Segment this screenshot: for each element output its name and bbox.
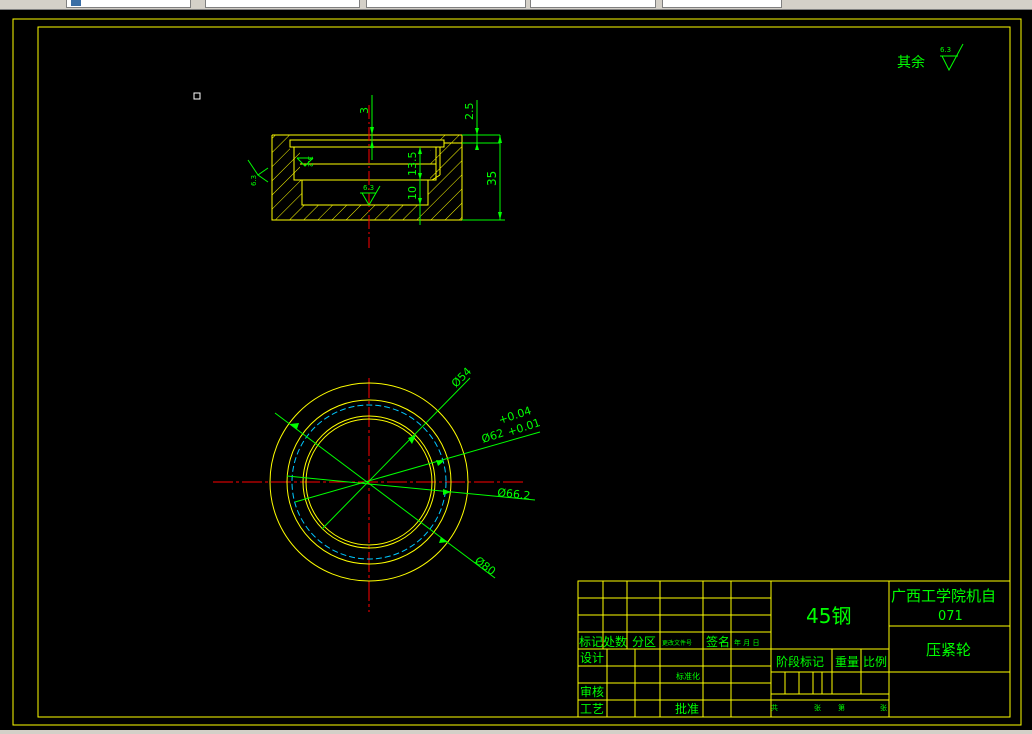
label-date: 年 月 日: [734, 638, 759, 647]
label-sign: 签名: [706, 634, 730, 649]
roughness-note-label: 其余: [897, 54, 925, 71]
label-approve: 批准: [675, 701, 699, 716]
label-stage-mark: 阶段标记: [776, 654, 824, 669]
dim-d66-2: Ø66.2: [497, 486, 531, 502]
dim-13-5: 13.5: [406, 152, 419, 177]
svg-text:3.2: 3.2: [306, 156, 314, 167]
toolbar-dropdown-4[interactable]: [530, 0, 656, 8]
inner-frame: [37, 26, 1011, 718]
svg-text:6.3: 6.3: [363, 184, 374, 192]
label-total: 共: [771, 703, 778, 712]
label-weight: 重量: [835, 655, 859, 669]
label-scale: 比例: [863, 655, 887, 669]
label-no: 第: [838, 703, 845, 712]
school-line2: 071: [938, 609, 963, 624]
svg-text:6.3: 6.3: [250, 175, 258, 186]
toolbar-dropdown-1[interactable]: [66, 0, 191, 8]
roughness-note-value: 6.3: [940, 46, 951, 54]
roughness-left: 6.3: [247, 159, 269, 186]
dim-2-5: 2.5: [463, 103, 476, 121]
label-design: 设计: [580, 651, 604, 665]
label-sheets: 张: [814, 703, 821, 712]
title-block-text: 45钢 广西工学院机自 071 压紧轮 标记 处数 分区 更改文件号 签名 年 …: [579, 587, 996, 716]
outer-frame: [12, 18, 1022, 726]
toolbar-dropdown-2[interactable]: [205, 0, 360, 8]
toolbar-dropdown-3[interactable]: [366, 0, 526, 8]
status-strip: [0, 730, 1032, 734]
dim-d80: Ø80: [472, 554, 498, 578]
window-icon: [71, 0, 81, 6]
window-toolbar: [0, 0, 1032, 10]
roughness-left-icon: [257, 167, 269, 183]
pickbox-cursor: [193, 92, 201, 100]
label-zone: 分区: [632, 635, 656, 649]
roughness-note: 其余 6.3: [897, 43, 964, 72]
cad-drawing-canvas[interactable]: 其余 6.3 3 2.5 35 13.5 10 6.3 3.2 6.3 Ø54 …: [0, 10, 1032, 730]
label-count: 处数: [603, 634, 627, 649]
section-view: 3 2.5 35 13.5 10 6.3 3.2 6.3: [247, 95, 505, 248]
label-review: 审核: [580, 684, 604, 699]
section-hatch: [272, 135, 462, 220]
label-standardize: 标准化: [676, 671, 700, 681]
material-label: 45钢: [806, 604, 851, 628]
label-process: 工艺: [580, 702, 604, 716]
label-change-doc: 更改文件号: [662, 639, 692, 647]
label-mark: 标记: [579, 635, 603, 649]
toolbar-dropdown-5[interactable]: [662, 0, 782, 8]
dim-35: 35: [485, 171, 499, 186]
part-name: 压紧轮: [926, 641, 971, 659]
top-view: Ø54 Ø62 +0.04 +0.01 Ø66.2 Ø80: [213, 365, 542, 612]
school-line1: 广西工学院机自: [891, 587, 996, 605]
dim-10: 10: [406, 186, 419, 200]
dim-3: 3: [358, 107, 371, 114]
dim-d54: Ø54: [449, 365, 474, 390]
label-sheet: 张: [880, 703, 887, 712]
roughness-bottom: 6.3: [360, 184, 381, 206]
